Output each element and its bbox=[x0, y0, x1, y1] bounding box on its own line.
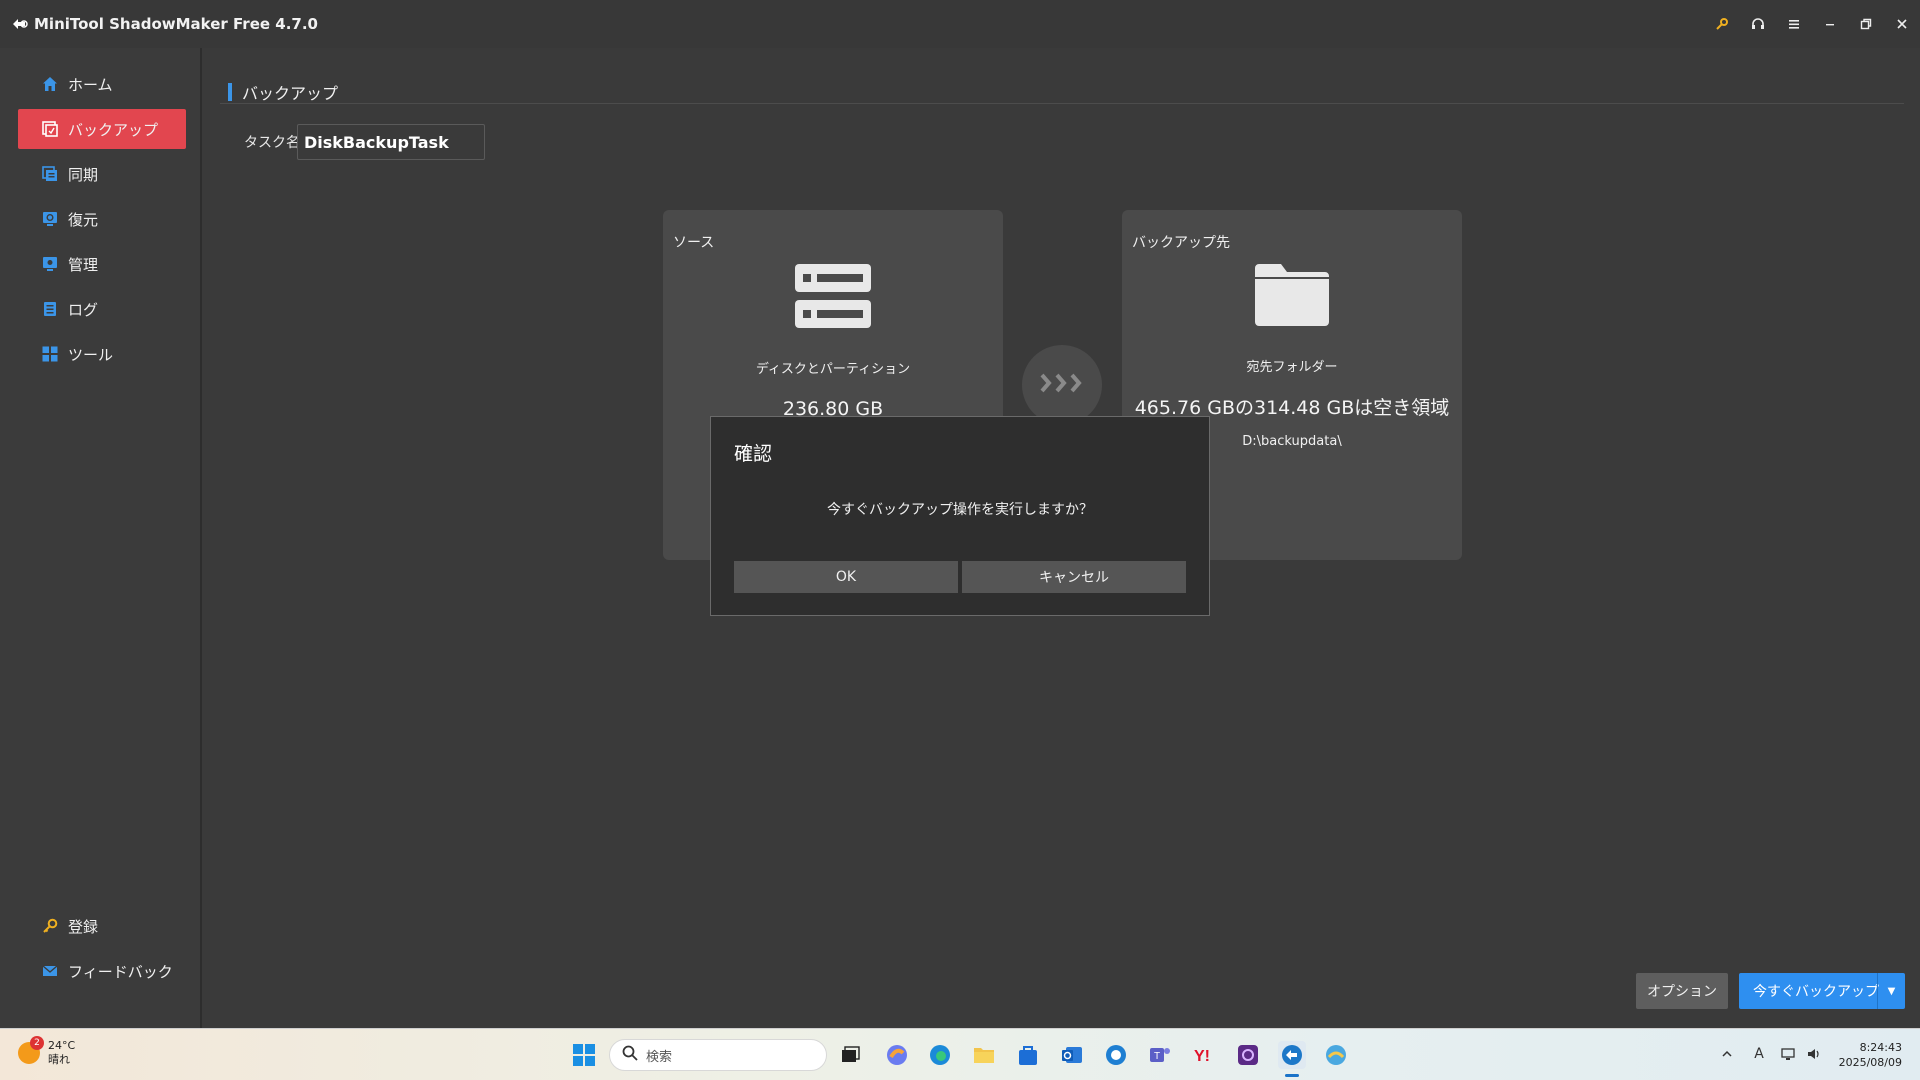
backup-now-button[interactable]: 今すぐバックアップ ▼ bbox=[1739, 973, 1905, 1009]
restore-icon bbox=[40, 209, 60, 229]
key-icon[interactable] bbox=[1704, 0, 1740, 48]
sidebar-item-sync[interactable]: 同期 bbox=[18, 154, 186, 194]
weather-sun-icon: 2 bbox=[18, 1036, 44, 1064]
header-accent bbox=[228, 83, 232, 101]
task-view-icon[interactable] bbox=[836, 1041, 864, 1069]
dialog-title: 確認 bbox=[734, 443, 773, 465]
taskbar-search[interactable]: 検索 bbox=[609, 1039, 827, 1071]
source-title: ソース bbox=[673, 235, 715, 251]
sidebar-item-label: ログ bbox=[68, 300, 99, 319]
volume-icon[interactable] bbox=[1804, 1040, 1826, 1068]
sidebar-item-label: 管理 bbox=[68, 255, 99, 274]
outlook-icon[interactable] bbox=[1058, 1041, 1086, 1069]
clock-date: 2025/08/09 bbox=[1838, 1056, 1902, 1069]
purple-app-icon[interactable] bbox=[1234, 1041, 1262, 1069]
menu-icon[interactable] bbox=[1776, 0, 1812, 48]
disk-icon bbox=[663, 264, 1003, 328]
restore-icon[interactable] bbox=[1848, 0, 1884, 48]
page-title: バックアップ bbox=[242, 84, 339, 103]
search-icon bbox=[622, 1045, 638, 1065]
sidebar-item-label: 復元 bbox=[68, 210, 99, 229]
sidebar: ホーム バックアップ 同期 復元 管理 ログ ツール 登録 フィードバック bbox=[0, 48, 202, 1028]
headset-icon[interactable] bbox=[1740, 0, 1776, 48]
home-icon bbox=[40, 74, 60, 94]
sidebar-item-label: ツール bbox=[68, 345, 114, 364]
page-header: バックアップ bbox=[228, 80, 338, 104]
cancel-button[interactable]: キャンセル bbox=[962, 561, 1186, 593]
window-title: MiniTool ShadowMaker Free 4.7.0 bbox=[34, 15, 318, 33]
folder-icon bbox=[1122, 264, 1462, 326]
arrow-circle bbox=[1022, 345, 1102, 425]
dialog-message: 今すぐバックアップ操作を実行しますか？ bbox=[827, 502, 1093, 518]
window-controls bbox=[1704, 0, 1920, 48]
search-placeholder: 検索 bbox=[646, 1049, 673, 1065]
sidebar-item-home[interactable]: ホーム bbox=[18, 64, 186, 104]
shadowmaker-taskbar-icon[interactable] bbox=[1278, 1041, 1306, 1069]
start-icon[interactable] bbox=[570, 1041, 598, 1069]
active-app-indicator bbox=[1285, 1074, 1299, 1077]
minimize-icon[interactable] bbox=[1812, 0, 1848, 48]
ok-button[interactable]: OK bbox=[734, 561, 958, 593]
svg-text:T: T bbox=[1154, 1051, 1160, 1062]
clock-time: 8:24:43 bbox=[1859, 1041, 1902, 1054]
sidebar-item-label: ホーム bbox=[68, 75, 113, 94]
ime-indicator[interactable]: A bbox=[1748, 1040, 1770, 1068]
title-bar: MiniTool ShadowMaker Free 4.7.0 bbox=[0, 0, 1920, 48]
sync-icon bbox=[40, 164, 60, 184]
teams-icon[interactable]: T bbox=[1146, 1041, 1174, 1069]
weather-temp: 24°C bbox=[48, 1039, 76, 1052]
copilot-icon[interactable] bbox=[883, 1041, 911, 1069]
sidebar-item-feedback[interactable]: フィードバック bbox=[18, 951, 186, 991]
key-icon bbox=[40, 916, 60, 936]
chevron-up-icon[interactable] bbox=[1716, 1040, 1738, 1068]
task-name-input[interactable]: DiskBackupTask bbox=[297, 124, 485, 160]
network-icon[interactable] bbox=[1778, 1040, 1800, 1068]
backup-icon bbox=[40, 119, 60, 139]
sidebar-item-register[interactable]: 登録 bbox=[18, 906, 186, 946]
destination-title: バックアップ先 bbox=[1132, 235, 1230, 251]
tools-icon bbox=[40, 344, 60, 364]
weather-widget[interactable]: 2 24°C 晴れ bbox=[18, 1036, 76, 1067]
backup-now-label: 今すぐバックアップ bbox=[1753, 984, 1879, 1000]
file-explorer-icon[interactable] bbox=[970, 1041, 998, 1069]
taskbar: 2 24°C 晴れ bbox=[0, 1028, 1920, 1080]
sidebar-item-log[interactable]: ログ bbox=[18, 289, 186, 329]
taskbar-clock[interactable]: 8:24:43 2025/08/09 bbox=[1836, 1040, 1902, 1070]
svg-text:Y!: Y! bbox=[1194, 1048, 1210, 1065]
notification-badge: 2 bbox=[30, 1036, 44, 1050]
confirm-dialog: 確認 今すぐバックアップ操作を実行しますか？ OK キャンセル bbox=[710, 416, 1210, 616]
task-name-label: タスク名: bbox=[244, 135, 305, 151]
sidebar-item-tools[interactable]: ツール bbox=[18, 334, 186, 374]
chevrons-right-icon bbox=[1039, 372, 1085, 398]
sidebar-item-label: バックアップ bbox=[68, 120, 159, 139]
source-subtitle: ディスクとパーティション bbox=[755, 362, 911, 377]
dropdown-arrow-icon[interactable]: ▼ bbox=[1877, 973, 1905, 1009]
yahoo-icon[interactable]: Y! bbox=[1190, 1041, 1218, 1069]
app-logo-icon bbox=[10, 14, 30, 34]
sidebar-item-label: 同期 bbox=[68, 165, 99, 184]
sidebar-item-manage[interactable]: 管理 bbox=[18, 244, 186, 284]
store-icon[interactable] bbox=[1014, 1041, 1042, 1069]
manage-icon bbox=[40, 254, 60, 274]
header-divider bbox=[220, 103, 1904, 104]
close-icon[interactable] bbox=[1884, 0, 1920, 48]
sidebar-item-label: 登録 bbox=[68, 917, 99, 936]
sidebar-item-label: フィードバック bbox=[68, 962, 173, 981]
weather-desc: 晴れ bbox=[48, 1053, 70, 1066]
edge-icon[interactable] bbox=[926, 1041, 954, 1069]
shield-app-icon[interactable] bbox=[1102, 1041, 1130, 1069]
options-button[interactable]: オプション bbox=[1636, 973, 1728, 1009]
network-app-icon[interactable] bbox=[1322, 1041, 1350, 1069]
sidebar-item-backup[interactable]: バックアップ bbox=[18, 109, 186, 149]
sidebar-item-restore[interactable]: 復元 bbox=[18, 199, 186, 239]
mail-icon bbox=[40, 961, 60, 981]
destination-subtitle: 宛先フォルダー bbox=[1246, 360, 1338, 375]
log-icon bbox=[40, 299, 60, 319]
